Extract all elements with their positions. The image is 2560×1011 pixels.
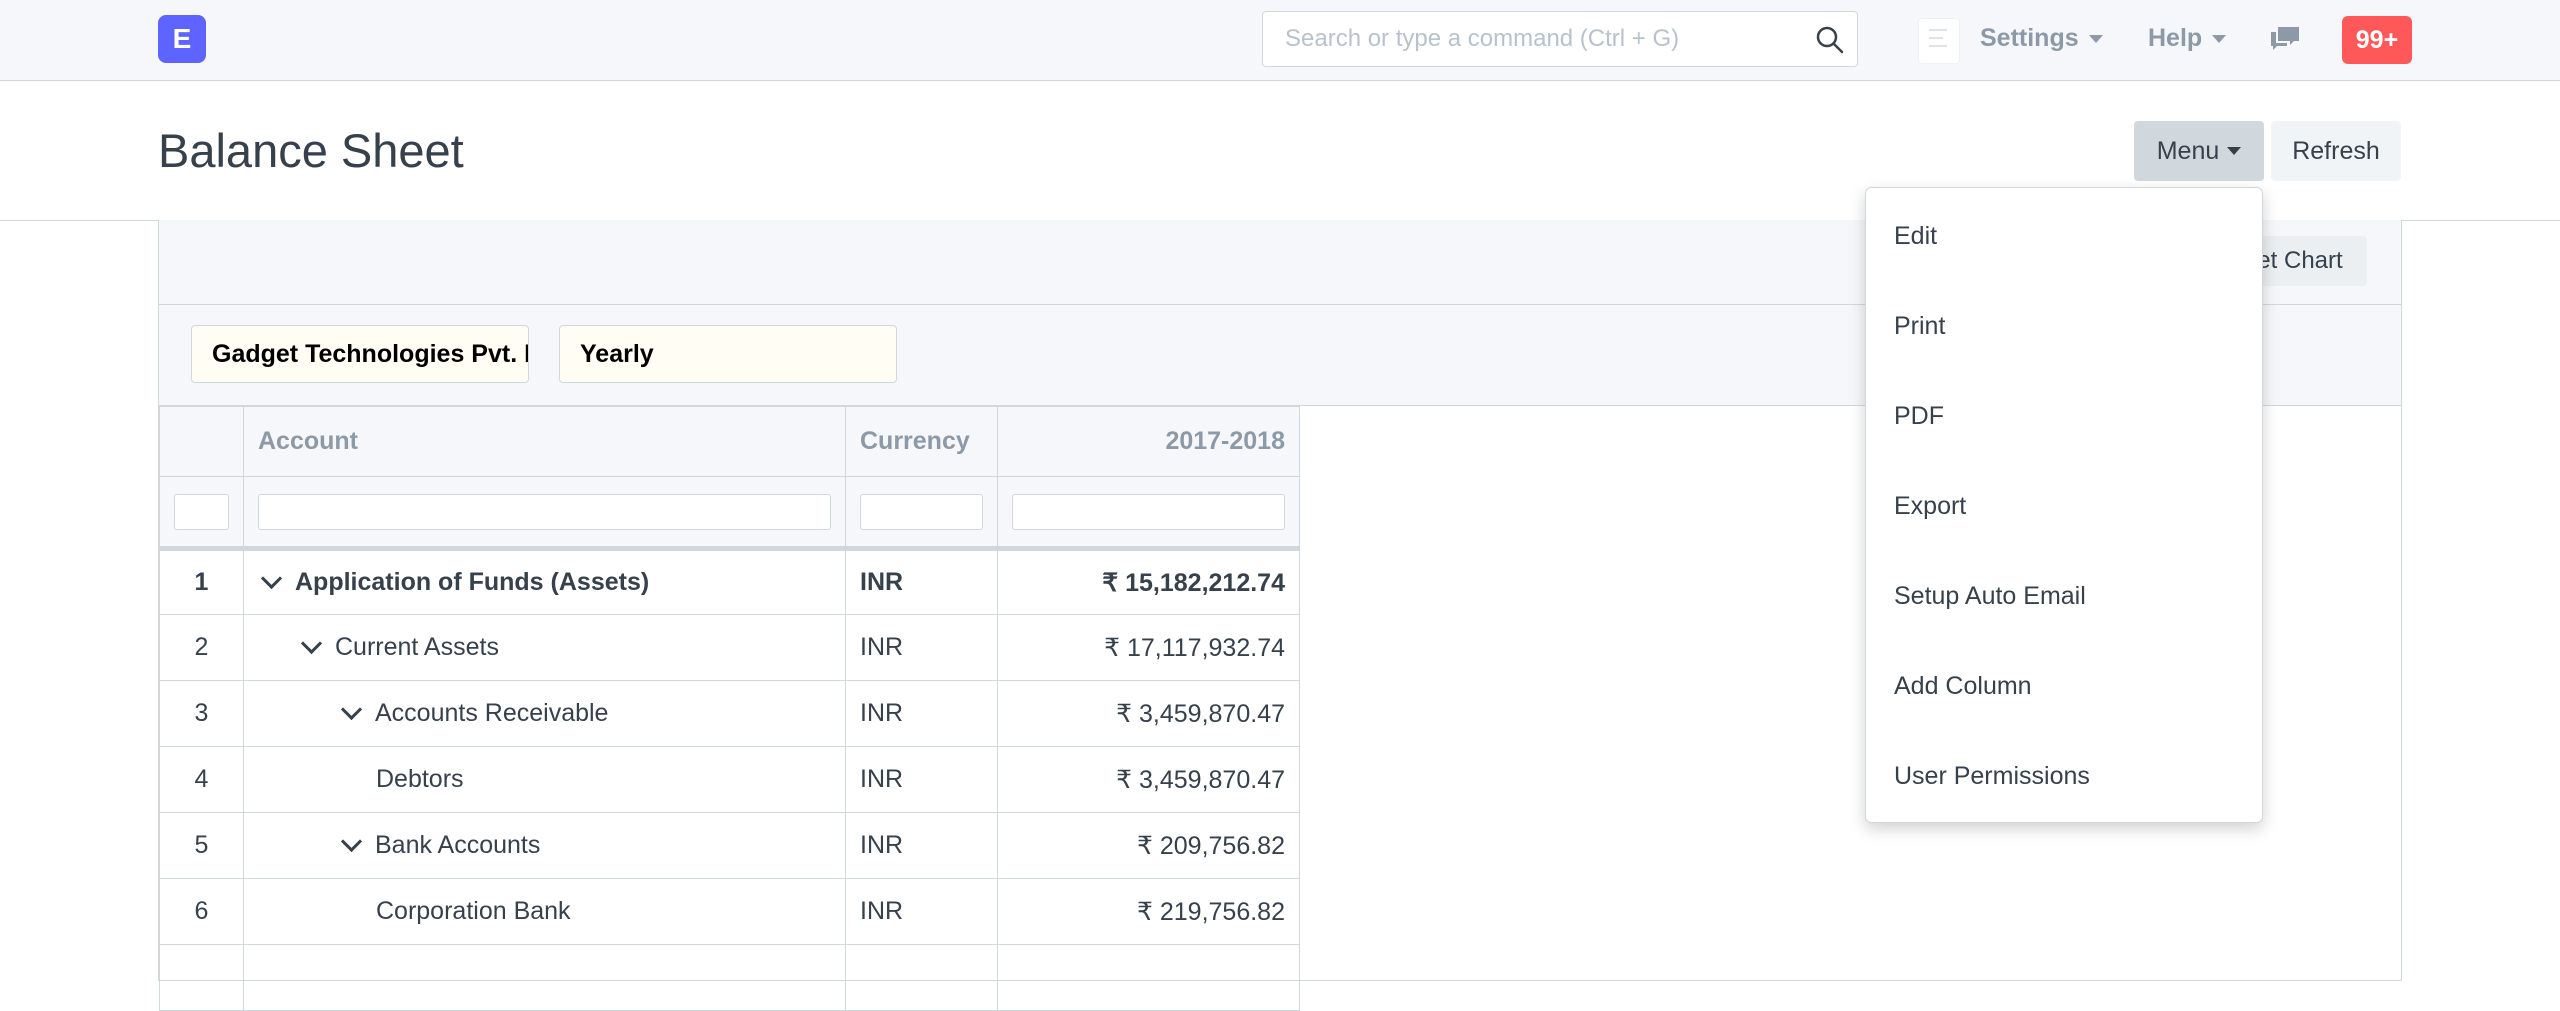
search-input[interactable] bbox=[1283, 24, 1787, 54]
caret-down-icon bbox=[2212, 34, 2227, 43]
amount-cell: ₹ 17,117,932.74 bbox=[997, 614, 1300, 681]
table-row[interactable]: 6 Corporation Bank INR ₹ 219,756.82 bbox=[159, 878, 1300, 945]
settings-label: Settings bbox=[1980, 24, 2079, 52]
currency-cell: INR bbox=[845, 680, 998, 747]
account-filter-input[interactable] bbox=[258, 493, 831, 530]
amount-cell: ₹ 219,756.82 bbox=[997, 878, 1300, 945]
row-number: 1 bbox=[159, 548, 244, 615]
account-name: Bank Accounts bbox=[375, 831, 541, 859]
help-label: Help bbox=[2148, 24, 2203, 52]
user-avatar[interactable] bbox=[1918, 18, 1960, 64]
column-header-currency[interactable]: Currency bbox=[845, 406, 998, 477]
currency-cell: INR bbox=[845, 614, 998, 681]
chat-icon[interactable] bbox=[2268, 24, 2302, 54]
table-row[interactable]: 2 Current Assets INR ₹ 17,117,932.74 bbox=[159, 614, 1300, 681]
row-number: 2 bbox=[159, 614, 244, 681]
currency-cell: INR bbox=[845, 812, 998, 879]
caret-down-icon bbox=[2088, 34, 2103, 43]
currency-filter-input[interactable] bbox=[860, 493, 983, 530]
menu-item-edit[interactable]: Edit bbox=[1894, 222, 1937, 251]
periodicity-filter[interactable]: Yearly bbox=[559, 325, 897, 383]
page-title: Balance Sheet bbox=[158, 124, 464, 177]
menu-button-label: Menu bbox=[2156, 136, 2220, 165]
menu-item-export[interactable]: Export bbox=[1894, 492, 1966, 521]
row-number: 6 bbox=[159, 878, 244, 945]
currency-cell: INR bbox=[845, 548, 998, 615]
caret-down-icon bbox=[2227, 147, 2242, 155]
account-name: Application of Funds (Assets) bbox=[295, 568, 650, 596]
row-number: 5 bbox=[159, 812, 244, 879]
column-header-period[interactable]: 2017-2018 bbox=[997, 406, 1300, 477]
table-row[interactable]: 4 Debtors INR ₹ 3,459,870.47 bbox=[159, 746, 1300, 813]
currency-cell: INR bbox=[845, 878, 998, 945]
table-header-row: Account Currency 2017-2018 bbox=[159, 406, 1300, 477]
chevron-down-icon[interactable] bbox=[300, 632, 323, 655]
row-number: 4 bbox=[159, 746, 244, 813]
menu-dropdown: Edit Print PDF Export Setup Auto Email A… bbox=[1865, 187, 2263, 823]
account-name: Accounts Receivable bbox=[375, 699, 609, 727]
search-bar bbox=[1262, 11, 1858, 67]
menu-item-add-column[interactable]: Add Column bbox=[1894, 672, 2032, 701]
table-row[interactable]: 1 Application of Funds (Assets) INR ₹ 15… bbox=[159, 548, 1300, 615]
refresh-button[interactable]: Refresh bbox=[2271, 121, 2401, 181]
chevron-down-icon[interactable] bbox=[260, 567, 283, 590]
table-filter-row bbox=[159, 476, 1300, 551]
menu-item-pdf[interactable]: PDF bbox=[1894, 402, 1944, 431]
table-row[interactable] bbox=[159, 944, 1300, 1011]
search-icon[interactable] bbox=[1815, 25, 1845, 55]
help-dropdown[interactable]: Help bbox=[2148, 24, 2227, 53]
chevron-down-icon[interactable] bbox=[340, 830, 363, 853]
app-logo[interactable]: E bbox=[158, 15, 206, 63]
table-row[interactable]: 5 Bank Accounts INR ₹ 209,756.82 bbox=[159, 812, 1300, 879]
account-name: Debtors bbox=[376, 765, 464, 793]
menu-item-user-permissions[interactable]: User Permissions bbox=[1894, 762, 2090, 791]
report-table: Account Currency 2017-2018 1 Application… bbox=[159, 406, 1300, 1011]
menu-item-print[interactable]: Print bbox=[1894, 312, 1945, 341]
column-header-account[interactable]: Account bbox=[243, 406, 846, 477]
account-name: Corporation Bank bbox=[376, 897, 571, 925]
settings-dropdown[interactable]: Settings bbox=[1980, 24, 2103, 53]
index-filter-input[interactable] bbox=[174, 493, 229, 530]
amount-cell: ₹ 3,459,870.47 bbox=[997, 746, 1300, 813]
currency-cell: INR bbox=[845, 746, 998, 813]
table-row[interactable]: 3 Accounts Receivable INR ₹ 3,459,870.47 bbox=[159, 680, 1300, 747]
notification-badge[interactable]: 99+ bbox=[2342, 16, 2412, 64]
chevron-down-icon[interactable] bbox=[340, 698, 363, 721]
amount-cell: ₹ 209,756.82 bbox=[997, 812, 1300, 879]
period-filter-input[interactable] bbox=[1012, 493, 1285, 530]
account-name: Current Assets bbox=[335, 633, 499, 661]
navbar: E Settings Help 99+ bbox=[0, 0, 2560, 81]
menu-item-setup-auto-email[interactable]: Setup Auto Email bbox=[1894, 582, 2086, 611]
company-filter[interactable]: Gadget Technologies Pvt. Ltd. bbox=[191, 325, 529, 383]
column-header-index bbox=[159, 406, 244, 477]
menu-button[interactable]: Menu bbox=[2134, 121, 2264, 181]
row-number: 3 bbox=[159, 680, 244, 747]
amount-cell: ₹ 15,182,212.74 bbox=[997, 548, 1300, 615]
amount-cell: ₹ 3,459,870.47 bbox=[997, 680, 1300, 747]
